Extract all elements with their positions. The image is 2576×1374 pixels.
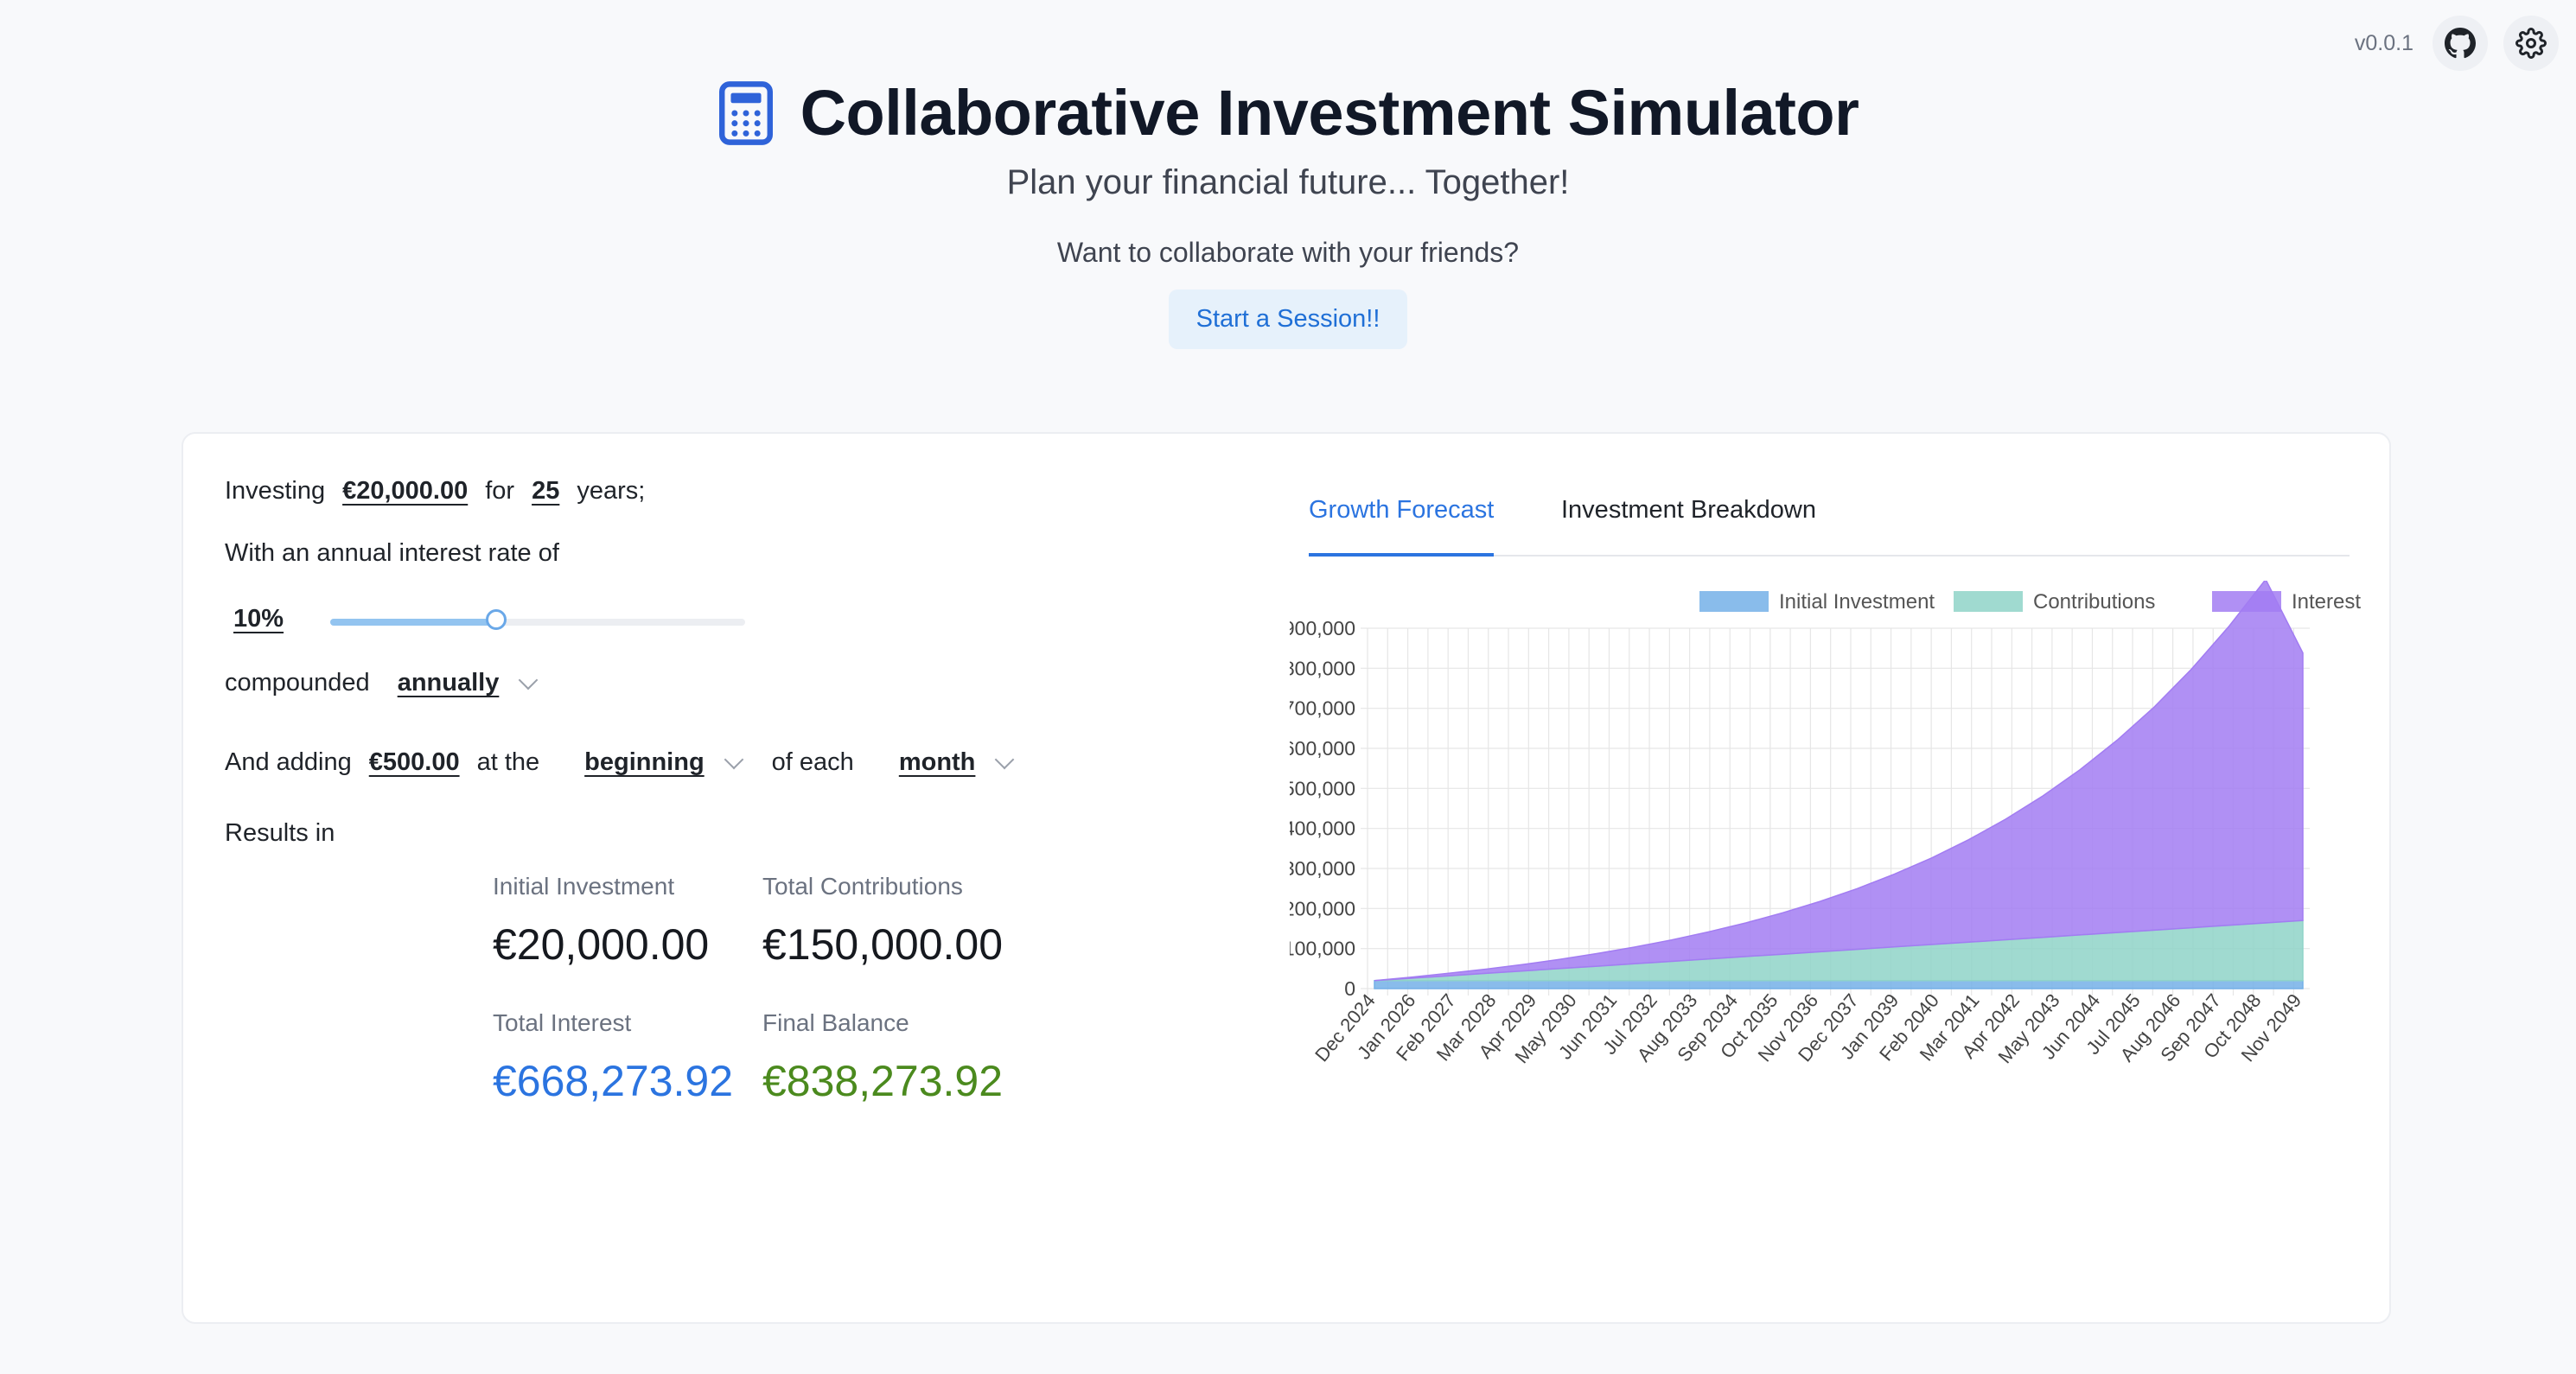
page-header: Collaborative Investment Simulator Plan … [0,76,2576,349]
timing-select[interactable]: beginning [584,748,705,777]
page-subtitle: Plan your financial future... Together! [1006,163,1570,201]
calculator-icon [718,80,773,145]
compounding-select[interactable]: annually [398,669,500,697]
at-the-label: at the [476,748,540,776]
github-button[interactable] [2433,16,2488,71]
rate-label: With an annual interest rate of [225,539,559,567]
years-label: years; [577,477,646,505]
series-area [1374,979,2304,989]
investing-label: Investing [225,477,326,505]
page-title: Collaborative Investment Simulator [800,77,1859,149]
initial-investment-stat: Initial Investment €20,000.00 [493,873,709,970]
years-input[interactable]: 25 [532,477,559,506]
y-tick-label: 800,000 [1290,657,1355,679]
contribution-input[interactable]: €500.00 [369,748,460,777]
results-panel: Initial Investment €20,000.00 Total Cont… [493,873,1098,1132]
legend-swatch [1954,591,2023,612]
legend-label: Initial Investment [1779,590,1935,614]
simulator-card: Investing €20,000.00 for 25 years; With … [182,432,2391,1324]
settings-button[interactable] [2503,16,2559,71]
y-tick-label: 400,000 [1290,817,1355,840]
of-each-label: of each [771,748,854,776]
y-tick-label: 100,000 [1290,938,1355,960]
tab-growth-forecast[interactable]: Growth Forecast [1309,496,1495,557]
rate-input[interactable]: 10% [233,605,284,633]
results-label: Results in [225,819,335,847]
chevron-down-icon[interactable] [519,670,539,690]
total-interest-label: Total Interest [493,1009,632,1036]
total-contributions-stat: Total Contributions €150,000.00 [762,873,1003,970]
y-tick-label: 0 [1344,977,1355,1000]
y-tick-label: 600,000 [1290,737,1355,760]
start-session-button[interactable]: Start a Session!! [1168,289,1408,349]
github-icon [2445,28,2476,59]
chevron-down-icon[interactable] [724,749,743,769]
y-tick-label: 300,000 [1290,857,1355,880]
collaborate-prompt: Want to collaborate with your friends? [1056,237,1520,268]
chart-tabs: Growth Forecast Investment Breakdown [1309,496,2350,557]
total-interest-value: €668,273.92 [493,1057,734,1105]
legend-swatch [2212,591,2281,612]
total-contributions-label: Total Contributions [762,873,963,900]
top-bar: v0.0.1 [2355,16,2559,71]
legend-label: Interest [2292,590,2361,614]
legend-swatch [1699,591,1769,612]
y-tick-label: 700,000 [1290,697,1355,720]
principal-input[interactable]: €20,000.00 [342,477,468,506]
version-label: v0.0.1 [2354,30,2413,55]
y-tick-label: 500,000 [1290,777,1355,799]
gear-icon [2515,28,2547,59]
total-interest-stat: Total Interest €668,273.92 [493,1009,733,1106]
final-balance-value: €838,273.92 [762,1057,1004,1105]
y-tick-label: 900,000 [1290,617,1355,639]
for-label: for [485,477,515,505]
period-select[interactable]: month [899,748,976,777]
chevron-down-icon[interactable] [995,749,1015,769]
final-balance-stat: Final Balance €838,273.92 [762,1009,1003,1106]
initial-investment-value: €20,000.00 [493,920,710,969]
y-tick-label: 200,000 [1290,897,1355,919]
initial-investment-label: Initial Investment [493,873,675,900]
compounded-label: compounded [225,669,370,697]
growth-chart: 0 100,000 200,000 300,000 400,000 500,000 600,… [1290,581,2361,1067]
rate-slider[interactable] [330,609,745,630]
total-contributions-value: €150,000.00 [762,920,1004,969]
tab-investment-breakdown[interactable]: Investment Breakdown [1561,496,1816,553]
series-area [1374,581,2304,982]
rate-slider-fill [330,619,496,626]
final-balance-label: Final Balance [762,1009,909,1036]
legend-label: Contributions [2033,590,2155,614]
rate-slider-thumb[interactable] [486,609,507,630]
adding-label: And adding [225,748,352,776]
